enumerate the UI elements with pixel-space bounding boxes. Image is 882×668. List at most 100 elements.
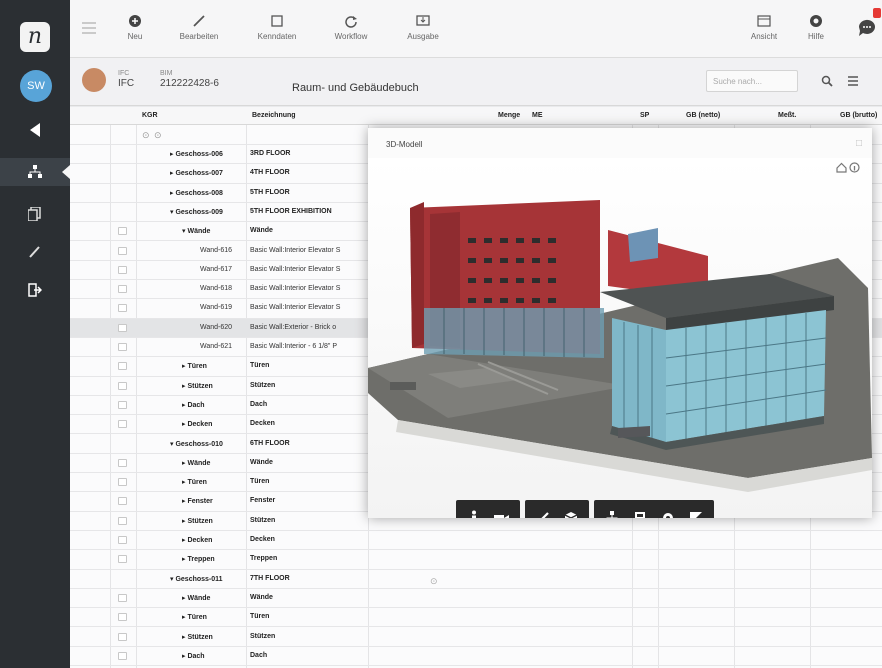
kgr-cell[interactable]: ▸ Stützen xyxy=(182,517,213,525)
kgr-cell[interactable]: ▸ Decken xyxy=(182,536,212,544)
walk-mode-button[interactable] xyxy=(462,506,486,518)
row-checkbox[interactable] xyxy=(118,613,127,622)
row-checkbox[interactable] xyxy=(118,362,127,371)
bezeichnung-cell: 5TH FLOOR xyxy=(250,188,290,196)
kgr-cell[interactable]: Wand-617 xyxy=(200,266,232,273)
table-row[interactable]: ▸ Dach Dach xyxy=(70,647,882,667)
table-row[interactable]: ▸ Wände Wände xyxy=(70,589,882,609)
view-button[interactable]: Ansicht xyxy=(744,12,784,41)
list-view-button[interactable] xyxy=(844,72,862,90)
properties-button[interactable] xyxy=(628,506,652,518)
kgr-cell[interactable]: ▸ Geschoss-008 xyxy=(170,189,223,197)
kgr-cell[interactable]: ▸ Fenster xyxy=(182,497,213,505)
kgr-cell[interactable]: ▸ Türen xyxy=(182,362,207,370)
camera-button[interactable] xyxy=(490,506,514,518)
row-settings-icon[interactable]: ⊙ xyxy=(430,576,438,587)
kgr-cell[interactable]: ▾ Geschoss-010 xyxy=(170,440,223,448)
column-header-gb-brutto[interactable]: GB (brutto) xyxy=(840,112,877,119)
section-box-icon xyxy=(564,512,578,518)
kgr-cell[interactable]: ▸ Dach xyxy=(182,401,205,409)
column-header-bezeichnung[interactable]: Bezeichnung xyxy=(252,112,296,119)
row-checkbox[interactable] xyxy=(118,246,127,255)
row-checkbox[interactable] xyxy=(118,536,127,544)
rail-item-structure[interactable] xyxy=(0,158,70,186)
filter-circle-icon[interactable]: ⊙ xyxy=(142,130,150,141)
fullscreen-button[interactable] xyxy=(684,506,708,518)
collapse-rail-button[interactable] xyxy=(0,116,70,144)
kgr-cell[interactable]: ▾ Wände xyxy=(182,227,210,235)
kgr-cell[interactable]: Wand-621 xyxy=(200,343,232,350)
close-icon[interactable]: □ xyxy=(856,138,862,149)
column-header-menge[interactable]: Menge xyxy=(498,112,520,119)
section-box-button[interactable] xyxy=(559,506,583,518)
kgr-cell[interactable]: ▸ Stützen xyxy=(182,633,213,641)
help-button[interactable]: Hilfe xyxy=(798,12,834,41)
row-checkbox[interactable] xyxy=(118,497,127,506)
kgr-cell[interactable]: Wand-620 xyxy=(200,324,232,331)
row-checkbox[interactable] xyxy=(118,516,127,525)
measure-button[interactable] xyxy=(531,506,555,518)
output-button[interactable]: Ausgabe xyxy=(398,12,448,41)
row-checkbox[interactable] xyxy=(118,381,127,390)
row-checkbox[interactable] xyxy=(118,343,127,351)
model-tree-button[interactable] xyxy=(600,506,624,518)
kgr-cell[interactable]: ▸ Türen xyxy=(182,613,207,621)
column-header-messtyp[interactable]: Meßt. xyxy=(778,112,796,119)
search-button[interactable] xyxy=(818,72,836,90)
row-checkbox[interactable] xyxy=(118,227,127,236)
kgr-cell[interactable]: ▸ Geschoss-006 xyxy=(170,150,223,158)
row-checkbox[interactable] xyxy=(118,632,127,641)
app-logo[interactable]: n xyxy=(20,22,50,52)
kgr-cell[interactable]: ▸ Dach xyxy=(182,652,205,660)
kgr-cell[interactable]: Wand-616 xyxy=(200,247,232,254)
menu-button[interactable] xyxy=(82,22,96,36)
kgr-cell[interactable]: ▸ Stützen xyxy=(182,382,213,390)
kgr-cell[interactable]: Wand-619 xyxy=(200,304,232,311)
row-checkbox[interactable] xyxy=(118,458,127,467)
kgr-cell[interactable]: ▸ Treppen xyxy=(182,555,215,563)
settings-button[interactable] xyxy=(656,506,680,518)
search-input[interactable]: Suche nach... xyxy=(706,70,798,92)
row-checkbox[interactable] xyxy=(118,323,127,332)
messages-button[interactable] xyxy=(856,8,881,40)
kenndaten-button[interactable]: Kenndaten xyxy=(252,12,302,41)
table-row[interactable]: ▸ Treppen Treppen xyxy=(70,550,882,570)
kgr-cell[interactable]: Wand-618 xyxy=(200,285,232,292)
row-checkbox[interactable] xyxy=(118,285,127,294)
row-checkbox[interactable] xyxy=(118,478,127,487)
row-checkbox[interactable] xyxy=(118,555,127,564)
user-avatar[interactable]: SW xyxy=(20,70,52,102)
table-row[interactable]: ▸ Stützen Stützen xyxy=(70,628,882,647)
rail-item-edit[interactable] xyxy=(0,238,70,266)
table-row[interactable]: ▸ Türen Türen xyxy=(70,608,882,628)
filter-circle-icon[interactable]: ⊙ xyxy=(154,130,162,141)
column-header-sp[interactable]: SP xyxy=(640,112,649,119)
row-checkbox[interactable] xyxy=(118,304,127,313)
new-button[interactable]: Neu xyxy=(120,12,150,41)
row-checkbox[interactable] xyxy=(118,593,127,602)
row-checkbox[interactable] xyxy=(118,651,127,660)
workflow-button[interactable]: Workflow xyxy=(326,12,376,41)
kgr-cell[interactable]: ▸ Decken xyxy=(182,420,212,428)
row-checkbox[interactable] xyxy=(118,265,127,274)
kgr-cell[interactable]: ▸ Geschoss-007 xyxy=(170,169,223,177)
kgr-cell[interactable]: ▸ Türen xyxy=(182,478,207,486)
row-checkbox[interactable] xyxy=(118,420,127,429)
bim-label: BIM xyxy=(160,70,173,77)
rail-item-logout[interactable] xyxy=(0,276,70,304)
3d-viewer[interactable] xyxy=(368,158,872,518)
table-row[interactable]: ▸ Decken Decken xyxy=(70,531,882,551)
kgr-cell[interactable]: ▾ Geschoss-011 xyxy=(170,575,223,583)
kgr-cell[interactable]: ▾ Geschoss-009 xyxy=(170,208,223,216)
kgr-cell[interactable]: ▸ Wände xyxy=(182,594,210,602)
row-checkbox[interactable] xyxy=(118,400,127,409)
rail-item-documents[interactable] xyxy=(0,200,70,228)
column-header-gb-netto[interactable]: GB (netto) xyxy=(686,112,720,119)
table-row[interactable]: ▾ Geschoss-011 7TH FLOOR xyxy=(70,570,882,589)
3d-model-panel[interactable]: 3D-Modell □ xyxy=(368,128,872,518)
kgr-cell[interactable]: ▸ Wände xyxy=(182,459,210,467)
column-header-kgr[interactable]: KGR xyxy=(142,112,158,119)
edit-button[interactable]: Bearbeiten xyxy=(174,12,224,41)
panel-header[interactable]: 3D-Modell □ xyxy=(368,128,872,158)
column-header-me[interactable]: ME xyxy=(532,112,543,119)
